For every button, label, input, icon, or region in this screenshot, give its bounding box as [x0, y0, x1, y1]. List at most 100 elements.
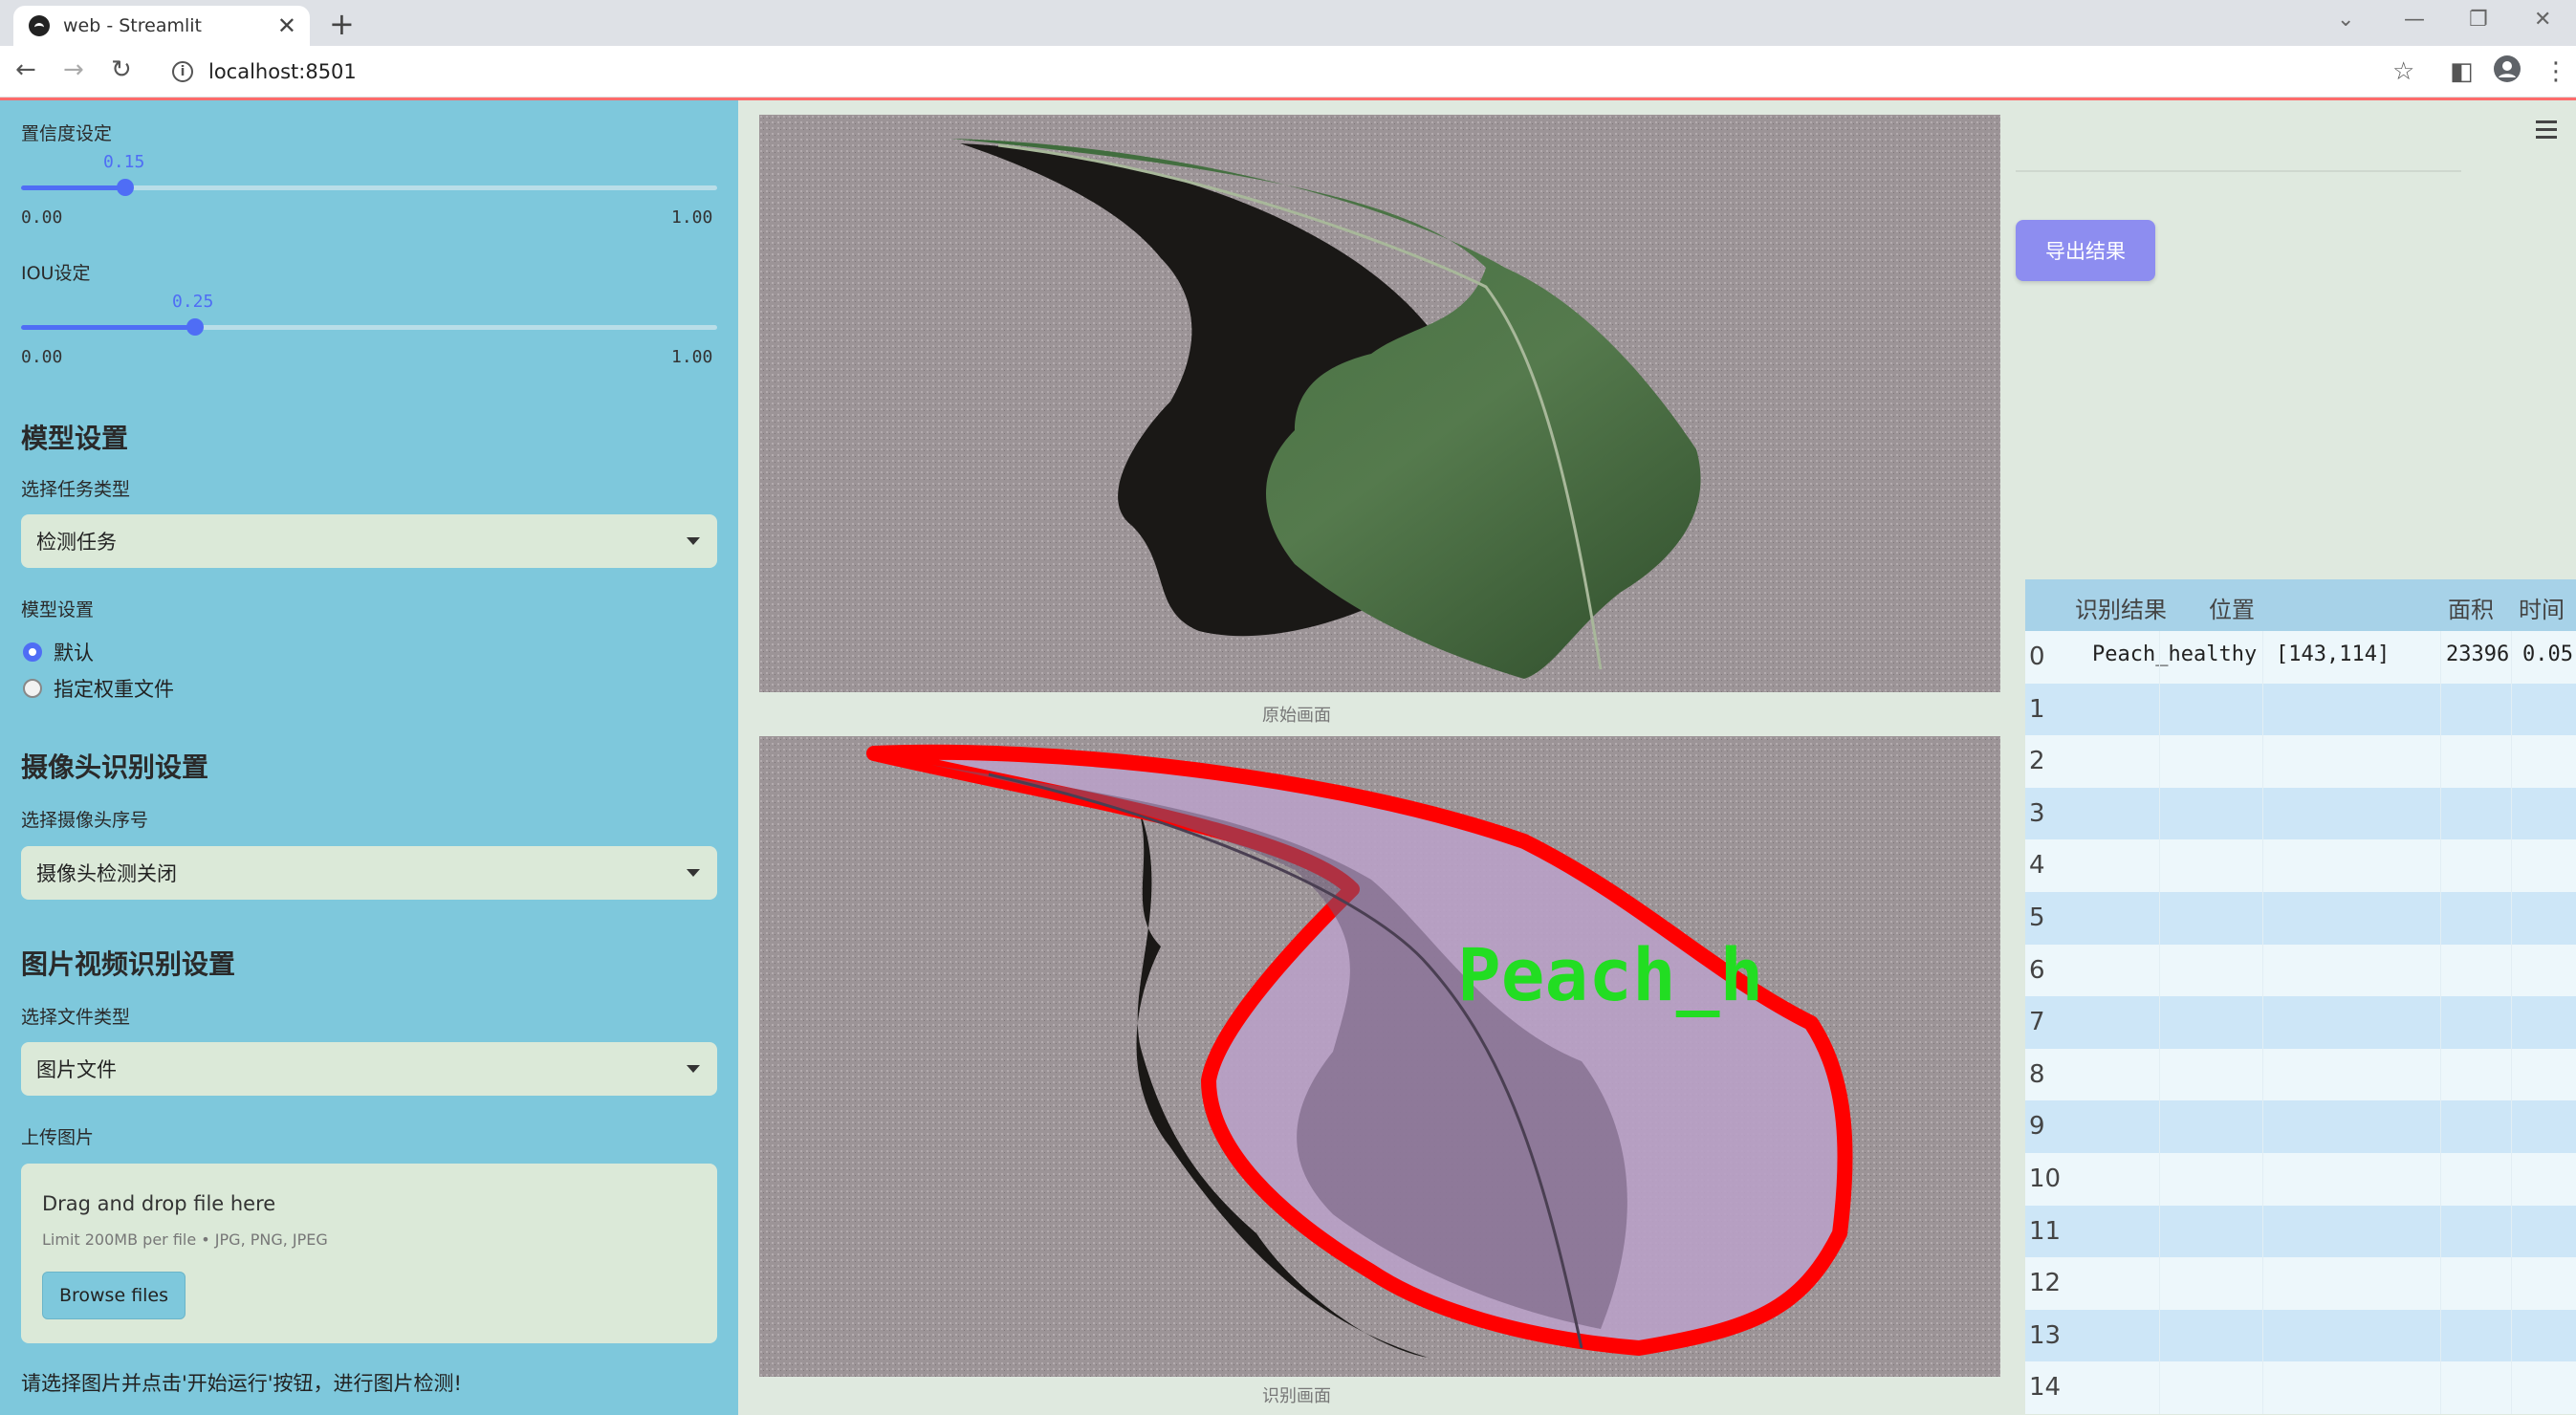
tab-title: web - Streamlit	[63, 15, 202, 36]
column-divider	[2511, 891, 2512, 945]
column-divider	[2159, 1152, 2160, 1206]
file-type-value: 图片文件	[36, 1058, 117, 1081]
row-index: 9	[2029, 1112, 2045, 1142]
column-divider	[2440, 1205, 2441, 1258]
row-index: 1	[2029, 694, 2045, 724]
browse-files-button[interactable]: Browse files	[42, 1272, 186, 1319]
column-divider	[2262, 944, 2263, 997]
row-index: 14	[2029, 1373, 2062, 1403]
row-index: 8	[2029, 1059, 2045, 1089]
menu-dots-icon[interactable]: ⋮	[2543, 57, 2568, 86]
cell-time: 0.05	[2522, 642, 2573, 666]
tab-search-icon[interactable]: ⌄	[2337, 8, 2354, 32]
table-row[interactable]: 14	[2025, 1361, 2576, 1414]
original-image	[759, 115, 2000, 692]
column-divider	[2262, 1309, 2263, 1362]
column-divider	[2159, 1361, 2160, 1414]
column-divider	[2440, 1257, 2441, 1310]
column-divider	[2440, 1309, 2441, 1362]
table-row[interactable]: 2	[2025, 735, 2576, 788]
minimize-icon[interactable]: —	[2404, 8, 2425, 32]
task-type-select[interactable]: 检测任务	[21, 514, 717, 568]
column-divider	[2511, 787, 2512, 840]
column-divider	[2262, 891, 2263, 945]
column-divider	[2440, 787, 2441, 840]
new-tab-icon[interactable]: +	[329, 6, 355, 42]
file-dropzone[interactable]: Drag and drop file here Limit 200MB per …	[21, 1164, 717, 1343]
column-divider	[2262, 631, 2263, 684]
radio-default[interactable]: 默认	[23, 638, 94, 666]
header-time[interactable]: 时间	[2519, 591, 2565, 624]
column-divider	[2159, 839, 2160, 892]
cell-position: [143,114]	[2276, 642, 2390, 666]
row-index: 3	[2029, 798, 2045, 828]
header-result[interactable]: 识别结果	[2075, 591, 2167, 624]
header-position[interactable]: 位置	[2209, 591, 2255, 624]
column-divider	[2159, 1205, 2160, 1258]
column-divider	[2159, 1048, 2160, 1101]
browser-tab-bar: web - Streamlit ✕ + ⌄ — ❐ ✕	[0, 0, 2576, 46]
column-divider	[2159, 787, 2160, 840]
table-row[interactable]: 7	[2025, 996, 2576, 1049]
original-caption: 原始画面	[1262, 706, 1331, 726]
camera-index-label: 选择摄像头序号	[21, 810, 149, 831]
camera-select[interactable]: 摄像头检测关闭	[21, 846, 717, 900]
site-info-icon[interactable]: i	[172, 61, 193, 82]
url-field[interactable]: i localhost:8501	[159, 54, 2387, 90]
confidence-label: 置信度设定	[21, 123, 113, 144]
close-tab-icon[interactable]: ✕	[277, 12, 296, 39]
table-row[interactable]: 6	[2025, 944, 2576, 997]
chevron-down-icon	[687, 1065, 700, 1073]
back-icon[interactable]: ←	[15, 55, 36, 84]
column-divider	[2440, 1361, 2441, 1414]
table-row[interactable]: 4	[2025, 839, 2576, 892]
row-index: 5	[2029, 903, 2045, 932]
task-type-label: 选择任务类型	[21, 479, 131, 500]
column-divider	[2159, 1309, 2160, 1362]
table-row[interactable]: 0 Peach_healthy [143,114] 23396 0.05	[2025, 631, 2576, 684]
column-divider	[2440, 1152, 2441, 1206]
confidence-slider-handle[interactable]	[117, 179, 134, 196]
reload-icon[interactable]: ↻	[111, 55, 132, 84]
file-type-select[interactable]: 图片文件	[21, 1042, 717, 1096]
window-close-icon[interactable]: ✕	[2534, 8, 2551, 32]
forward-icon[interactable]: →	[63, 55, 84, 84]
side-panel-icon[interactable]: ◧	[2450, 57, 2474, 86]
restore-icon[interactable]: ❐	[2469, 8, 2488, 32]
column-divider	[2262, 787, 2263, 840]
browser-tab[interactable]: web - Streamlit ✕	[13, 6, 310, 46]
column-divider	[2262, 1361, 2263, 1414]
header-area[interactable]: 面积	[2448, 591, 2494, 624]
table-row[interactable]: 3	[2025, 787, 2576, 840]
table-row[interactable]: 1	[2025, 683, 2576, 736]
table-row[interactable]: 12	[2025, 1257, 2576, 1310]
app-menu-icon[interactable]	[2536, 120, 2557, 143]
row-index: 13	[2029, 1320, 2062, 1350]
address-bar: ← → ↻ i localhost:8501 ☆ ◧ ⋮	[0, 46, 2576, 98]
export-results-button[interactable]: 导出结果	[2016, 220, 2155, 281]
radio-custom-weights[interactable]: 指定权重文件	[23, 674, 174, 703]
column-divider	[2262, 839, 2263, 892]
confidence-slider[interactable]	[21, 179, 717, 196]
table-row[interactable]: 10	[2025, 1152, 2576, 1206]
bookmark-star-icon[interactable]: ☆	[2392, 57, 2414, 86]
column-divider	[2511, 1048, 2512, 1101]
table-row[interactable]: 5	[2025, 891, 2576, 945]
table-row[interactable]: 13	[2025, 1309, 2576, 1362]
profile-icon[interactable]	[2492, 54, 2522, 91]
table-row[interactable]: 11	[2025, 1205, 2576, 1258]
column-divider	[2262, 996, 2263, 1049]
iou-min: 0.00	[21, 347, 63, 367]
task-type-value: 检测任务	[36, 531, 117, 554]
iou-slider[interactable]	[21, 318, 717, 336]
dropzone-limit: Limit 200MB per file • JPG, PNG, JPEG	[42, 1230, 328, 1249]
column-divider	[2262, 1100, 2263, 1153]
table-row[interactable]: 9	[2025, 1100, 2576, 1153]
confidence-value: 0.15	[103, 152, 145, 172]
confidence-min: 0.00	[21, 207, 63, 228]
column-divider	[2159, 1257, 2160, 1310]
iou-slider-handle[interactable]	[186, 318, 204, 336]
column-divider	[2262, 1205, 2263, 1258]
radio-unselected-icon	[23, 679, 42, 698]
table-row[interactable]: 8	[2025, 1048, 2576, 1101]
